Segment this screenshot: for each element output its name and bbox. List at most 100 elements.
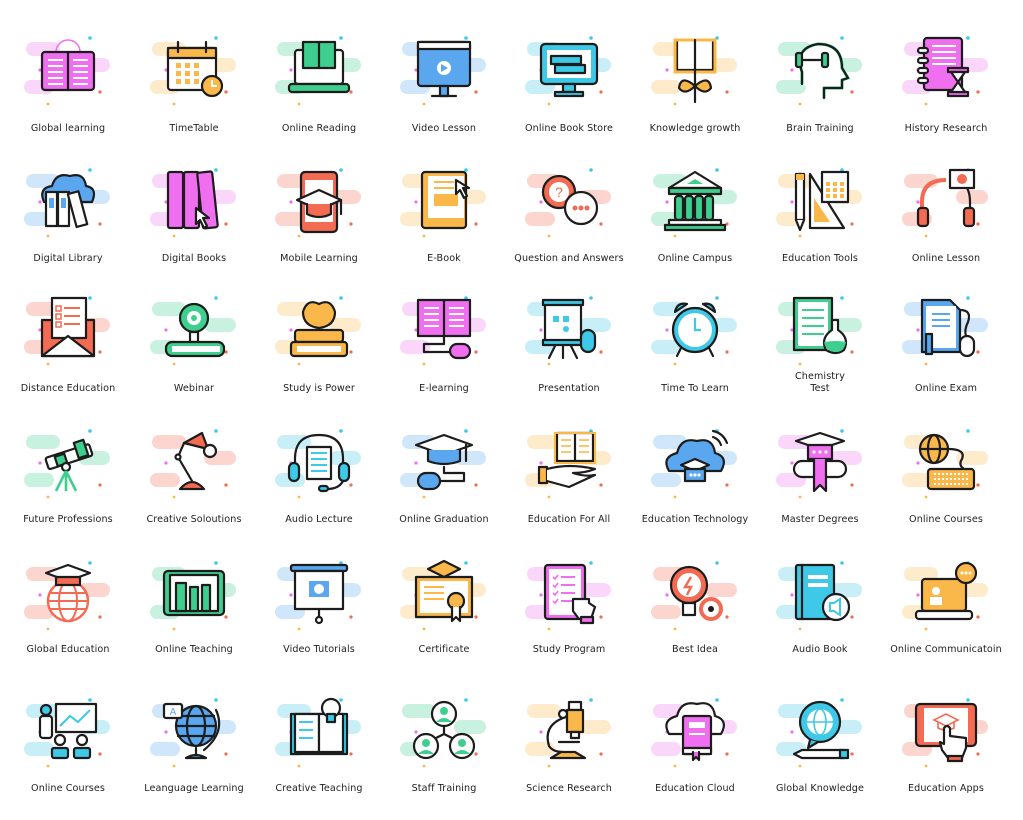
icon-tile: Digital Books bbox=[131, 162, 257, 282]
svg-text:A: A bbox=[170, 707, 177, 718]
university-building-icon bbox=[651, 162, 737, 242]
icon-label: Future Professions bbox=[23, 514, 113, 525]
icon-label: History Research bbox=[904, 123, 988, 134]
icon-tile: Master Degrees bbox=[757, 423, 883, 543]
icon-tile: Online Courses bbox=[5, 692, 131, 812]
cloud-book-icon bbox=[651, 692, 737, 772]
board-mouse-icon bbox=[525, 290, 611, 370]
icon-label: Global learning bbox=[30, 123, 106, 134]
icon-label: Global Knowledge bbox=[776, 783, 864, 794]
icon-tile: Audio Book bbox=[757, 555, 883, 675]
icon-tile: Knowledge growth bbox=[632, 30, 758, 150]
icon-label: Education For All bbox=[527, 514, 611, 525]
tablet-touch-cap-icon bbox=[902, 692, 988, 772]
monitor-books-icon bbox=[525, 30, 611, 110]
graduation-cap-mouse-icon bbox=[400, 423, 486, 503]
ebook-cursor-icon bbox=[400, 162, 486, 242]
icon-label: Distance Education bbox=[20, 383, 116, 394]
icon-label: Digital Library bbox=[33, 253, 103, 264]
icon-label: Science Research bbox=[526, 783, 612, 794]
icon-tile: Online Lesson bbox=[883, 162, 1009, 282]
phone-graduation-cap-icon bbox=[275, 162, 361, 242]
icon-label: Brain Training bbox=[786, 123, 854, 134]
icon-tile: Education Cloud bbox=[632, 692, 758, 812]
icon-label: Online Communicatoin bbox=[890, 644, 1002, 655]
icon-tile: Education Apps bbox=[883, 692, 1009, 812]
icon-label: Presentation bbox=[538, 383, 600, 394]
icon-tile: Global learning bbox=[5, 30, 131, 150]
icon-tile: Certificate bbox=[381, 555, 507, 675]
icon-tile: Study Program bbox=[506, 555, 632, 675]
webcam-book-icon bbox=[150, 290, 236, 370]
laptop-chat-icon bbox=[902, 555, 988, 635]
envelope-checklist-icon bbox=[24, 290, 110, 370]
notepad-flask-icon bbox=[776, 290, 862, 370]
icon-tile: Creative Teaching bbox=[256, 692, 382, 812]
icon-tile: Best Idea bbox=[632, 555, 758, 675]
icon-label: Global Education bbox=[26, 644, 110, 655]
telescope-icon bbox=[24, 423, 110, 503]
icon-tile: A Leanguage Learning bbox=[131, 692, 257, 812]
pencil-ruler-calculator-icon bbox=[776, 162, 862, 242]
icon-tile: Presentation bbox=[506, 290, 632, 410]
icon-tile: Mobile Learning bbox=[256, 162, 382, 282]
icon-label: Online Courses bbox=[909, 514, 983, 525]
icon-tile: Digital Library bbox=[5, 162, 131, 282]
document-mouse-icon bbox=[902, 290, 988, 370]
cloud-binders-icon bbox=[24, 162, 110, 242]
icon-tile: Creative Soloutions bbox=[131, 423, 257, 543]
icon-tile: Distance Education bbox=[5, 290, 131, 410]
icon-tile: Education For All bbox=[506, 423, 632, 543]
icon-label: Education Apps bbox=[908, 783, 984, 794]
icon-tile: Science Research bbox=[506, 692, 632, 812]
icon-tile: Online Reading bbox=[256, 30, 382, 150]
icon-tile: Chemistry Test bbox=[757, 290, 883, 410]
calendar-clock-icon bbox=[150, 30, 236, 110]
globe-bubble-pencil-icon bbox=[776, 692, 862, 772]
icon-tile: E-learning bbox=[381, 290, 507, 410]
book-mouse-icon bbox=[400, 290, 486, 370]
icon-tile: Online Courses bbox=[883, 423, 1009, 543]
icon-tile: Global Knowledge bbox=[757, 692, 883, 812]
headphones-video-icon bbox=[902, 162, 988, 242]
icon-tile: E-Book bbox=[381, 162, 507, 282]
globe-keyboard-icon bbox=[902, 423, 988, 503]
apple-books-icon bbox=[275, 290, 361, 370]
icon-label: Online Lesson bbox=[911, 253, 981, 264]
chat-bubbles-question-icon: ? bbox=[525, 162, 611, 242]
people-network-icon bbox=[400, 692, 486, 772]
icon-tile: Education Tools bbox=[757, 162, 883, 282]
globe-cap-icon bbox=[24, 555, 110, 635]
teacher-board-students-icon bbox=[24, 692, 110, 772]
book-speaker-icon bbox=[776, 555, 862, 635]
bulb-target-icon bbox=[651, 555, 737, 635]
microscope-icon bbox=[525, 692, 611, 772]
hand-book-icon bbox=[525, 423, 611, 503]
icon-label: Master Degrees bbox=[781, 514, 859, 525]
icon-tile: Online Teaching bbox=[131, 555, 257, 675]
globe-stand-letter-icon: A bbox=[150, 692, 236, 772]
icon-tile: Video Tutorials bbox=[256, 555, 382, 675]
tablet-tools-icon bbox=[150, 555, 236, 635]
open-book-globe-icon bbox=[24, 30, 110, 110]
icon-tile: Brain Training bbox=[757, 30, 883, 150]
icon-tile: Future Professions bbox=[5, 423, 131, 543]
svg-text:?: ? bbox=[555, 184, 563, 200]
icon-tile: Study is Power bbox=[256, 290, 382, 410]
projector-screen-play-icon bbox=[275, 555, 361, 635]
icon-set-grid: Global learning TimeTable Online Reading bbox=[0, 0, 1023, 820]
headphones-document-icon bbox=[275, 423, 361, 503]
cap-diploma-icon bbox=[776, 423, 862, 503]
icon-tile: Staff Training bbox=[381, 692, 507, 812]
icon-label: Chemistry Test bbox=[795, 371, 845, 394]
icon-label: Online Book Store bbox=[525, 123, 613, 134]
icon-label: Online Courses bbox=[31, 783, 105, 794]
icon-label: Study Program bbox=[532, 644, 606, 655]
icon-tile: Online Campus bbox=[632, 162, 758, 282]
icon-tile: Webinar bbox=[131, 290, 257, 410]
icon-label: Audio Book bbox=[792, 644, 848, 655]
certificate-cap-icon bbox=[400, 555, 486, 635]
desk-lamp-icon bbox=[150, 423, 236, 503]
book-bulb-icon bbox=[275, 692, 361, 772]
icon-label: Question and Answers bbox=[514, 253, 624, 264]
